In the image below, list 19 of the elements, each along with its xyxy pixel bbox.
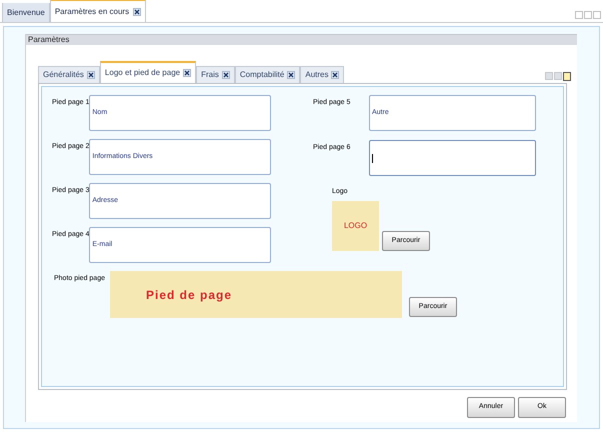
input-field[interactable] — [369, 140, 536, 176]
tab[interactable]: Frais — [196, 66, 235, 83]
document-tab[interactable]: Bienvenue — [2, 3, 50, 22]
tab[interactable]: Logo et pied de page — [100, 61, 196, 83]
text-cursor — [372, 154, 373, 162]
document-tab[interactable]: Paramètres en cours — [50, 0, 146, 22]
section-header: Paramètres — [26, 34, 577, 45]
tab-list-button[interactable] — [563, 72, 571, 81]
close-icon[interactable] — [222, 71, 230, 79]
logo-text: LOGO — [344, 220, 368, 232]
close-icon[interactable] — [287, 71, 296, 79]
close-icon[interactable] — [133, 8, 142, 16]
footer-image-text: Pied de page — [146, 288, 232, 302]
close-icon[interactable] — [331, 71, 340, 79]
tab[interactable]: Comptabilité — [234, 66, 300, 83]
close-icon[interactable] — [183, 69, 192, 77]
close-icon[interactable] — [86, 71, 95, 79]
tab[interactable]: Généralités — [38, 66, 100, 83]
tab[interactable]: Autres — [300, 66, 344, 83]
